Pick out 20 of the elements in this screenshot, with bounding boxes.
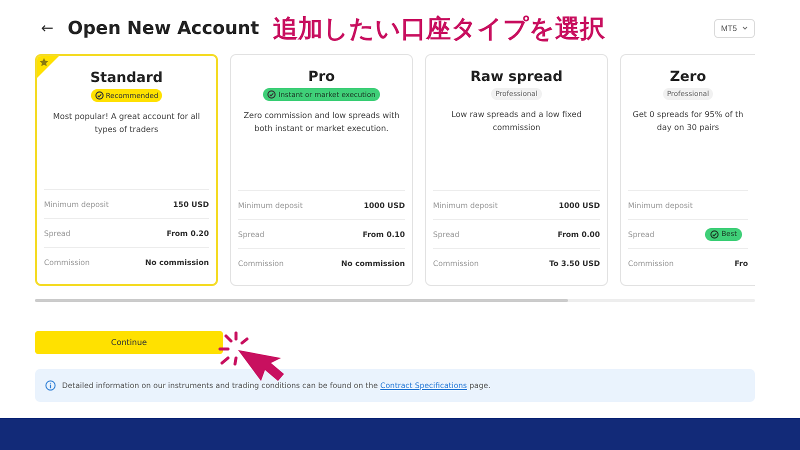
page-title: Open New Account [68, 18, 260, 38]
account-description: Zero commission and low spreads with both instant or market execution. [242, 110, 400, 135]
check-circle-icon [710, 230, 720, 238]
account-name: Zero [670, 69, 706, 85]
info-icon [45, 380, 56, 391]
account-name: Pro [308, 69, 335, 85]
star-corner-icon [37, 56, 59, 78]
account-description: Most popular! A great account for all types of traders [52, 111, 201, 136]
continue-button[interactable]: Continue [35, 331, 223, 354]
account-name: Standard [90, 70, 163, 86]
platform-dropdown[interactable]: MT5 [714, 18, 755, 38]
account-description: Get 0 spreads for 95% of th day on 30 pairs [632, 109, 744, 134]
annotation-text: 追加したい口座タイプを選択 [273, 12, 606, 44]
chevron-down-icon [742, 26, 748, 30]
check-circle-icon [267, 90, 276, 99]
back-arrow[interactable]: ← [41, 19, 54, 37]
check-circle-icon [94, 91, 104, 100]
account-name: Raw spread [470, 69, 563, 85]
account-description: Low raw spreads and a low fixed commission [450, 109, 583, 134]
scrollbar-thumb[interactable] [35, 299, 568, 302]
